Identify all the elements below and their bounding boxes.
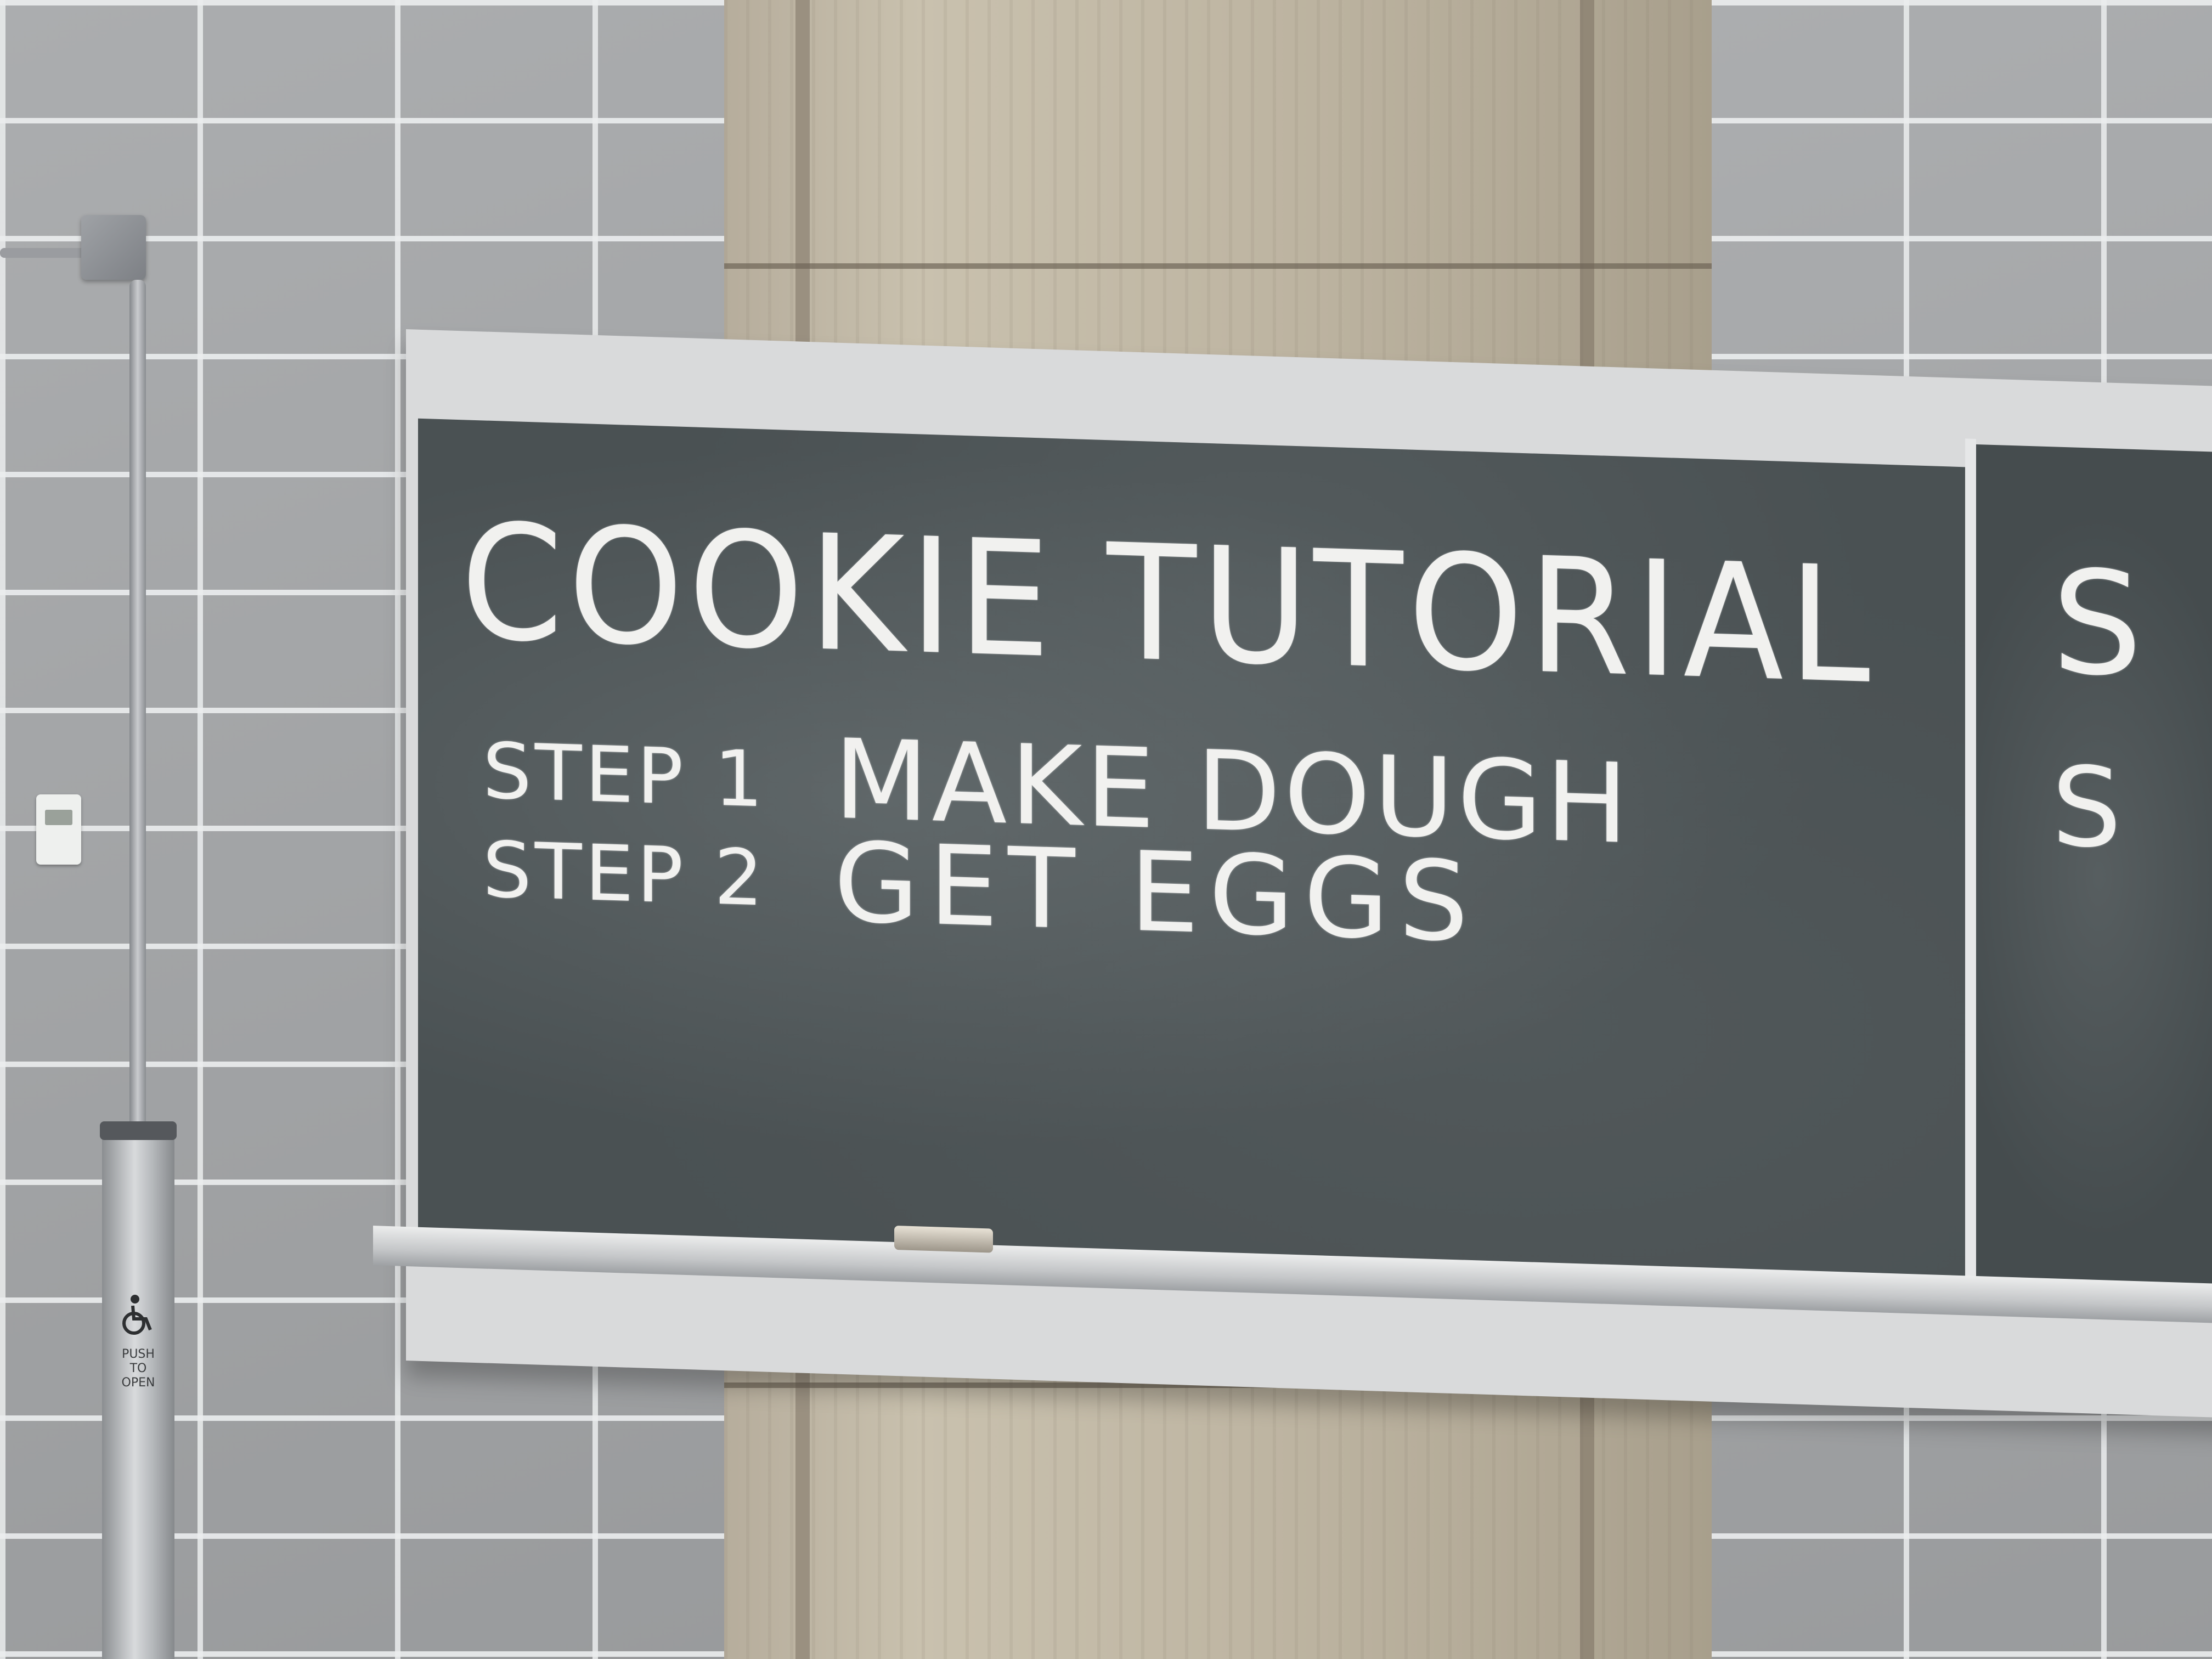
door-opener-cap xyxy=(100,1121,177,1140)
chalk-partial-letter: S xyxy=(2052,540,2146,709)
chalk-step-label: STEP 2 xyxy=(483,825,766,924)
column-seam xyxy=(724,263,1712,269)
wheelchair-icon xyxy=(122,1295,152,1335)
thermostat-display xyxy=(45,810,72,825)
electrical-conduit xyxy=(129,280,146,1136)
accessible-door-push-button[interactable]: PUSH TO OPEN xyxy=(100,1121,177,1659)
chalk-partial-letter: S xyxy=(2052,743,2125,873)
chalk-step-label: STEP 1 xyxy=(483,726,766,825)
electrical-conduit xyxy=(0,248,88,258)
push-to-open-label: PUSH TO OPEN xyxy=(121,1347,155,1390)
chalk-step-text: GET EGGS xyxy=(834,819,1479,967)
chalkboard: COOKIE TUTORIAL STEP 1 MAKE DOUGH STEP 2… xyxy=(373,329,2212,1419)
chalkboard-divider xyxy=(1965,438,1976,1295)
junction-box xyxy=(81,215,146,280)
wall-thermostat xyxy=(36,794,81,865)
chalkboard-eraser[interactable] xyxy=(894,1225,993,1253)
